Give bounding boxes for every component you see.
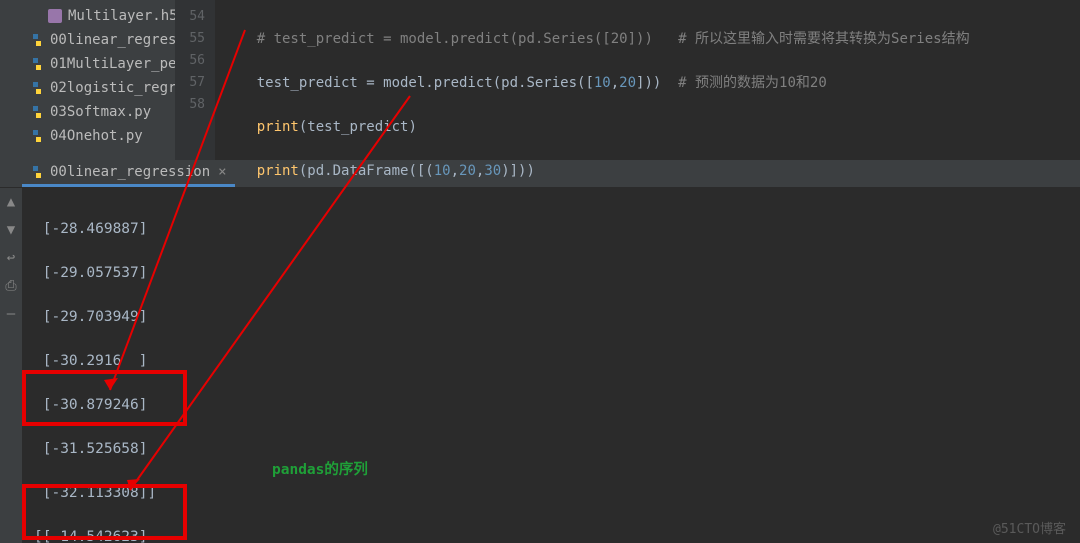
console-line: [-28.469887] [34, 218, 1068, 240]
file-label: 03Softmax.py [50, 104, 151, 120]
run-tab-active[interactable]: 00linear_regression × [22, 160, 235, 187]
line-number: 54 [175, 6, 205, 28]
file-item-01multilayer[interactable]: 01MultiLayer_pe [0, 52, 175, 76]
data-file-icon [48, 9, 62, 23]
run-tab-label: 00linear_regression [50, 164, 210, 180]
python-icon [30, 33, 44, 47]
console-toolbar: ▲ ▼ ↩ ⎙ — [0, 188, 22, 543]
python-icon [30, 129, 44, 143]
code-line-56: print(test_predict) [223, 116, 1080, 138]
file-item-02logistic[interactable]: 02logistic_regre [0, 76, 175, 100]
file-label: 01MultiLayer_pe [50, 56, 175, 72]
console-line: [-29.057537] [34, 262, 1068, 284]
python-icon [30, 165, 44, 179]
console-line: [[-14.542623] [34, 526, 1068, 543]
console-output[interactable]: [-28.469887] [-29.057537] [-29.703949] [… [22, 188, 1080, 543]
line-number: 58 [175, 94, 205, 116]
file-item-04onehot[interactable]: 04Onehot.py [0, 124, 175, 148]
line-number: 55 [175, 28, 205, 50]
code-line-57: print(pd.DataFrame([(10,20,30)])) [223, 160, 1080, 182]
code-line-54: # test_predict = model.predict(pd.Series… [223, 28, 1080, 50]
scroll-down-icon[interactable]: ▼ [3, 222, 19, 238]
console-line: [-31.525658] [34, 438, 1068, 460]
file-item-00linear[interactable]: 00linear_regress [0, 28, 175, 52]
project-file-list: Multilayer.h5 00linear_regress 01MultiLa… [0, 0, 175, 160]
python-icon [30, 81, 44, 95]
console-line: [-30.879246] [34, 394, 1068, 416]
file-item-multilayer-h5[interactable]: Multilayer.h5 [0, 4, 175, 28]
python-icon [30, 105, 44, 119]
console-line: [-30.2916 ] [34, 350, 1068, 372]
code-content[interactable]: # test_predict = model.predict(pd.Series… [215, 0, 1080, 160]
soft-wrap-icon[interactable]: ↩ [3, 250, 19, 266]
line-number: 56 [175, 50, 205, 72]
line-number-gutter: 54 55 56 57 58 [175, 0, 215, 160]
console-line: [-29.703949] [34, 306, 1068, 328]
watermark: @51CTO博客 [993, 518, 1066, 537]
scroll-up-icon[interactable]: ▲ [3, 194, 19, 210]
code-line-55: test_predict = model.predict(pd.Series([… [223, 72, 1080, 94]
print-icon[interactable]: ⎙ [3, 278, 19, 294]
annotation-label: pandas的序列 [272, 459, 368, 481]
file-item-03softmax[interactable]: 03Softmax.py [0, 100, 175, 124]
python-icon [30, 57, 44, 71]
console-line: [-32.113308]] [34, 482, 1068, 504]
line-number: 57 [175, 72, 205, 94]
file-label: 04Onehot.py [50, 128, 143, 144]
separator-icon: — [3, 306, 19, 322]
file-label: 02logistic_regre [50, 80, 175, 96]
file-label: 00linear_regress [50, 32, 175, 48]
code-editor[interactable]: 54 55 56 57 58 # test_predict = model.pr… [175, 0, 1080, 160]
file-label: Multilayer.h5 [68, 8, 175, 24]
